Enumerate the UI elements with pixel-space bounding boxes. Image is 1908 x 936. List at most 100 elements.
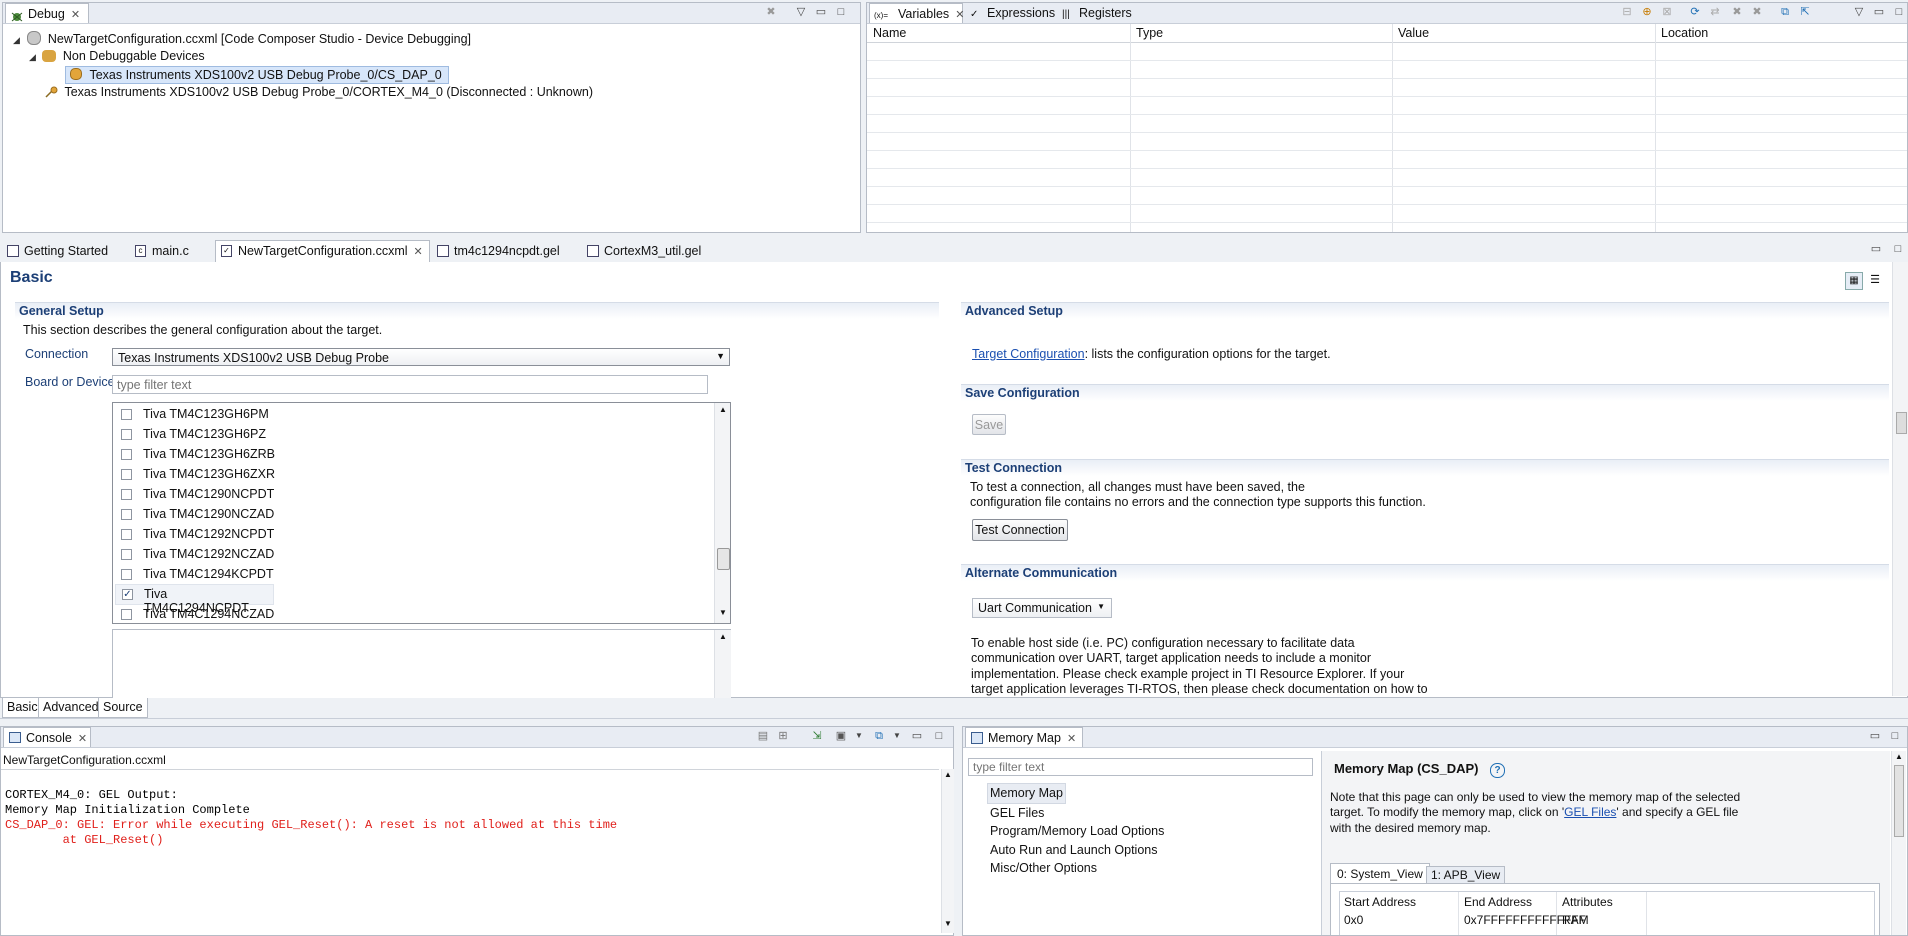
device-checkbox[interactable] <box>121 609 132 620</box>
column-header-name[interactable]: Name <box>873 26 906 40</box>
list-item[interactable]: Tiva TM4C1294KCPDT <box>113 564 713 584</box>
tree-item[interactable]: ◢ NewTargetConfiguration.ccxml [Code Com… <box>13 31 471 47</box>
tab-tm4c1294ncpdt-gel[interactable]: tm4c1294ncpdt.gel <box>432 241 562 261</box>
tab-main-c[interactable]: c main.c <box>130 241 204 261</box>
layout-toggle-icon[interactable]: ▦ <box>1845 272 1863 290</box>
nav-item-memory-map[interactable]: Memory Map <box>987 783 1066 804</box>
maximize-icon[interactable]: □ <box>1893 6 1905 18</box>
minimize-icon[interactable]: ▭ <box>1869 730 1881 742</box>
nav-item-auto-run-and-launch-options[interactable]: Auto Run and Launch Options <box>987 841 1167 860</box>
column-divider[interactable] <box>1646 892 1647 935</box>
device-checkbox[interactable] <box>121 509 132 520</box>
tab-getting-started[interactable]: Getting Started <box>2 241 124 261</box>
description-scrollbar[interactable]: ▲ <box>714 630 731 698</box>
pin-console-icon[interactable]: ⇲ <box>811 730 823 742</box>
tab-debug[interactable]: Debug ✕ <box>5 3 89 23</box>
scroll-thumb[interactable] <box>1896 412 1907 434</box>
pin-icon[interactable]: ⇱ <box>1799 6 1811 18</box>
tab-new-target-configuration[interactable]: ✓ NewTargetConfiguration.ccxml ✕ <box>215 240 430 263</box>
tab-basic[interactable]: Basic <box>2 698 43 718</box>
device-checkbox[interactable] <box>121 409 132 420</box>
list-item[interactable]: Tiva TM4C1290NCZAD <box>113 504 713 524</box>
list-item[interactable]: Tiva TM4C123GH6PM <box>113 404 713 424</box>
maximize-icon[interactable]: □ <box>1892 243 1904 255</box>
connection-select[interactable]: Texas Instruments XDS100v2 USB Debug Pro… <box>112 348 730 366</box>
list-item-selected[interactable]: ✓ Tiva TM4C1294NCPDT <box>115 584 274 615</box>
save-button[interactable]: Save <box>972 414 1006 435</box>
minimize-icon[interactable]: ▭ <box>911 730 923 742</box>
nav-item-program-memory-load-options[interactable]: Program/Memory Load Options <box>987 822 1167 841</box>
scroll-up-icon[interactable]: ▲ <box>1895 752 1903 761</box>
delete-icon[interactable]: ✖ <box>1731 6 1743 18</box>
expand-arrow-icon[interactable]: ◢ <box>13 35 20 45</box>
scroll-down-icon[interactable]: ▼ <box>944 919 952 928</box>
new-view-icon[interactable]: ⧉ <box>1779 6 1791 18</box>
column-divider[interactable] <box>1392 24 1393 232</box>
refresh-icon[interactable]: ⟳ <box>1689 6 1701 18</box>
minimize-icon[interactable]: ▭ <box>1873 6 1885 18</box>
column-header-start-address[interactable]: Start Address <box>1344 895 1416 909</box>
editor-scrollbar[interactable] <box>1892 262 1908 696</box>
list-item[interactable]: Tiva TM4C123GH6PZ <box>113 424 713 444</box>
gel-files-link[interactable]: GEL Files <box>1564 805 1616 819</box>
nav-item-gel-files[interactable]: GEL Files <box>987 804 1167 823</box>
link-icon[interactable]: ⇄ <box>1709 6 1721 18</box>
minimize-icon[interactable]: ▭ <box>1870 243 1882 255</box>
collapse-all-icon[interactable]: ⊟ <box>1621 6 1633 18</box>
device-checkbox[interactable] <box>121 569 132 580</box>
dropdown-icon[interactable]: ▼ <box>853 730 865 742</box>
device-checkbox-checked[interactable]: ✓ <box>122 589 133 600</box>
column-divider[interactable] <box>1458 892 1459 935</box>
scroll-thumb[interactable] <box>717 548 730 570</box>
device-list-scrollbar[interactable]: ▲ ▼ <box>714 403 730 623</box>
column-header-location[interactable]: Location <box>1661 26 1708 40</box>
add-global-icon[interactable]: ⊕ <box>1641 6 1653 18</box>
device-checkbox[interactable] <box>121 529 132 540</box>
tab-source[interactable]: Source <box>98 698 148 718</box>
tab-memory-map[interactable]: Memory Map ✕ <box>965 727 1083 747</box>
remove-icon[interactable]: ⊠ <box>1661 6 1673 18</box>
console-scrollbar[interactable]: ▲ ▼ <box>941 769 954 933</box>
tab-variables[interactable]: (x)= Variables ✕ <box>869 3 964 25</box>
delete-all-icon[interactable]: ✖ <box>1751 6 1763 18</box>
column-header-type[interactable]: Type <box>1136 26 1163 40</box>
column-header-end-address[interactable]: End Address <box>1464 895 1532 909</box>
tab-advanced[interactable]: Advanced <box>38 698 104 718</box>
display-console-icon[interactable]: ▣ <box>835 730 847 742</box>
view-menu-icon[interactable]: ▽ <box>795 6 807 18</box>
close-icon[interactable]: ✕ <box>414 242 423 262</box>
tab-expressions[interactable]: ✓ Expressions <box>965 3 1055 23</box>
close-icon[interactable]: ✕ <box>955 5 964 25</box>
help-icon[interactable]: ? <box>1490 763 1506 778</box>
device-checkbox[interactable] <box>121 489 132 500</box>
scroll-up-icon[interactable]: ▲ <box>719 632 727 641</box>
tree-item[interactable]: Texas Instruments XDS100v2 USB Debug Pro… <box>45 85 593 101</box>
tab-console[interactable]: Console ✕ <box>3 727 91 747</box>
scroll-down-icon[interactable]: ▼ <box>719 608 727 617</box>
scroll-thumb[interactable] <box>1894 765 1904 837</box>
minimize-icon[interactable]: ▭ <box>815 6 827 18</box>
board-filter-input[interactable] <box>112 375 708 394</box>
memory-map-filter-input[interactable] <box>968 758 1313 776</box>
view-tab-apb[interactable]: 1: APB_View <box>1426 866 1506 884</box>
column-header-attributes[interactable]: Attributes <box>1562 895 1613 909</box>
uart-communication-select[interactable]: Uart Communication ▼ <box>972 598 1112 618</box>
close-icon[interactable]: ✕ <box>71 5 80 25</box>
tree-item-selected[interactable]: Texas Instruments XDS100v2 USB Debug Pro… <box>65 66 449 84</box>
list-item[interactable]: Tiva TM4C1290NCPDT <box>113 484 713 504</box>
column-divider[interactable] <box>1655 24 1656 232</box>
target-configuration-link[interactable]: Target Configuration <box>972 347 1085 361</box>
view-menu-icon[interactable]: ▽ <box>1853 6 1865 18</box>
scroll-up-icon[interactable]: ▲ <box>719 405 727 414</box>
list-item[interactable]: Tiva TM4C123GH6ZRB <box>113 444 713 464</box>
console-output[interactable]: CORTEX_M4_0: GEL Output: Memory Map Initi… <box>1 769 939 933</box>
maximize-icon[interactable]: □ <box>1889 730 1901 742</box>
dropdown-icon[interactable]: ▼ <box>891 730 903 742</box>
tab-registers[interactable]: ||| Registers <box>1057 3 1137 23</box>
device-checkbox[interactable] <box>121 429 132 440</box>
device-checkbox[interactable] <box>121 469 132 480</box>
clear-console-icon[interactable]: ▤ <box>757 730 769 742</box>
remove-all-terminated-icon[interactable]: ✖ <box>765 6 777 18</box>
tab-cortexm3-util-gel[interactable]: CortexM3_util.gel <box>582 241 712 261</box>
layout-list-icon[interactable]: ☰ <box>1867 272 1883 288</box>
